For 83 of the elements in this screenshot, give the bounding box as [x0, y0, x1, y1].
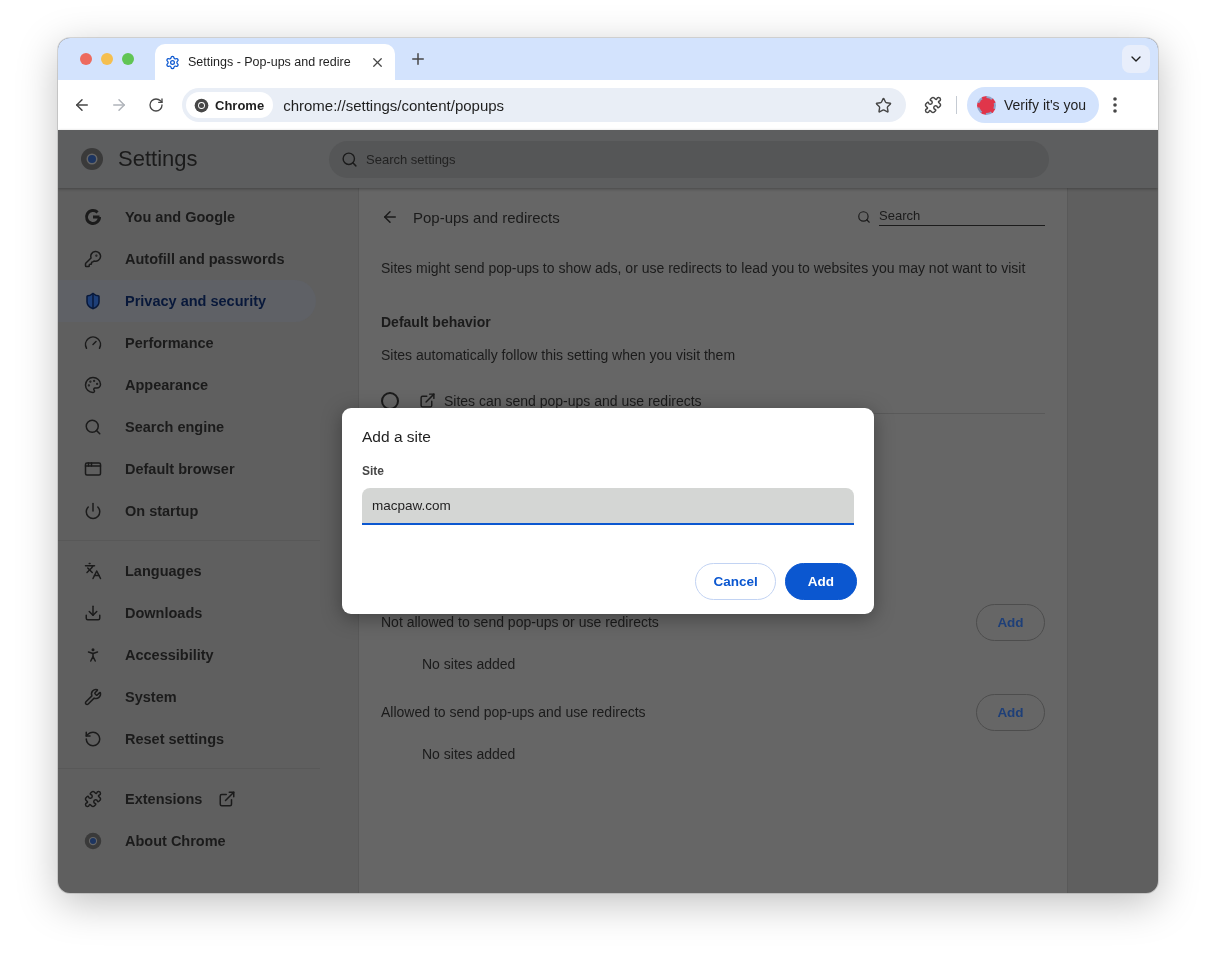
chrome-logo-icon	[194, 97, 209, 113]
nav-item[interactable]: System	[58, 676, 316, 718]
dialog-title: Add a site	[362, 428, 432, 446]
profile-button[interactable]: Verify it's you	[967, 87, 1100, 123]
wrench-icon	[84, 688, 102, 706]
nav-item[interactable]: Search engine	[58, 406, 316, 448]
new-tab-button[interactable]	[409, 50, 427, 68]
palette-icon	[84, 376, 102, 394]
nav-item[interactable]: Extensions	[58, 778, 316, 820]
nav-item[interactable]: Accessibility	[58, 634, 316, 676]
back-button[interactable]	[73, 96, 91, 114]
nav-label: Reset settings	[125, 731, 225, 747]
search-icon	[341, 150, 358, 168]
site-input-field[interactable]: macpaw.com	[362, 488, 854, 525]
nav-item[interactable]: Appearance	[58, 364, 316, 406]
nav-item[interactable]: Languages	[58, 550, 316, 592]
add-button[interactable]: Add	[784, 563, 857, 600]
nav-label: Performance	[125, 335, 214, 351]
reload-button[interactable]	[148, 97, 164, 113]
nav-item[interactable]: Privacy and security	[58, 280, 316, 322]
search-icon	[857, 210, 871, 224]
nav-label: Search engine	[125, 419, 225, 435]
puzzle-icon	[84, 790, 102, 808]
close-window-button[interactable]	[80, 53, 92, 65]
nav-label: Appearance	[125, 377, 208, 393]
nav-item[interactable]: About Chrome	[58, 820, 316, 862]
nav-label: Languages	[125, 563, 202, 579]
tab-search-button[interactable]	[1122, 45, 1150, 73]
download-icon	[84, 604, 102, 622]
menu-icon	[1113, 97, 1118, 113]
external-link-icon	[419, 392, 436, 409]
section-heading: Default behavior	[381, 314, 492, 330]
avatar-icon	[977, 95, 996, 115]
option-label: Sites can send pop-ups and use redirects	[444, 392, 702, 409]
nav-item[interactable]: You and Google	[58, 196, 316, 238]
extensions-button[interactable]	[924, 96, 942, 114]
description-text: Sites might send pop-ups to show ads, or use redirects to lead you to websites you may not want to visit	[381, 260, 1027, 276]
nav-item[interactable]: Autofill and passwords	[58, 238, 316, 280]
settings-icon	[165, 54, 180, 70]
site-chip[interactable]: Chrome	[186, 92, 274, 118]
external-link-icon	[218, 790, 237, 808]
nav-item[interactable]: Default browser	[58, 448, 316, 490]
search-icon	[84, 418, 102, 436]
window-icon	[84, 460, 102, 478]
key-icon	[84, 250, 102, 268]
tab-title: Settings - Pop-ups and redire	[188, 55, 352, 69]
page-title: Pop-ups and redirects	[413, 208, 561, 226]
nav-label: You and Google	[125, 209, 236, 225]
nav-label: Downloads	[125, 605, 203, 621]
nav-label: Extensions	[125, 791, 203, 807]
settings-title: Settings	[118, 146, 199, 172]
nav-label: Default browser	[125, 461, 235, 477]
address-bar[interactable]: Chrome chrome://settings/content/popups	[182, 88, 906, 122]
nav-label: Accessibility	[125, 647, 214, 663]
browser-tab[interactable]: Settings - Pop-ups and redire	[155, 44, 395, 80]
shield-icon	[84, 292, 102, 310]
nav-label: About Chrome	[125, 833, 226, 849]
search-field[interactable]: Search	[879, 208, 1045, 226]
bookmark-star-button[interactable]	[875, 96, 892, 114]
chrome-logo-icon	[80, 147, 104, 171]
nav-item[interactable]: On startup	[58, 490, 316, 532]
chrome-logo-icon	[84, 832, 102, 850]
nav-label: Autofill and passwords	[125, 251, 285, 267]
nav-item[interactable]: Performance	[58, 322, 316, 364]
gauge-icon	[84, 334, 102, 352]
nav-label: On startup	[125, 503, 199, 519]
translate-icon	[84, 562, 102, 580]
cancel-button[interactable]: Cancel	[695, 563, 776, 600]
power-icon	[84, 502, 102, 520]
nav-label: Privacy and security	[125, 293, 267, 309]
empty-message: No sites added	[422, 656, 517, 672]
empty-message: No sites added	[422, 746, 517, 762]
reset-icon	[84, 730, 102, 748]
menu-button[interactable]	[1113, 97, 1118, 113]
url-text: chrome://settings/content/popups	[283, 96, 506, 114]
google-g-icon	[84, 208, 102, 226]
field-label: Site	[362, 464, 385, 478]
list-title: Not allowed to send pop-ups or use redirects	[381, 614, 659, 630]
nav-label: System	[125, 689, 177, 705]
section-description: Sites automatically follow this setting when you visit them	[381, 347, 737, 363]
nav-item[interactable]: Reset settings	[58, 718, 316, 760]
nav-item[interactable]: Downloads	[58, 592, 316, 634]
list-title: Allowed to send pop-ups and use redirects	[381, 704, 646, 720]
